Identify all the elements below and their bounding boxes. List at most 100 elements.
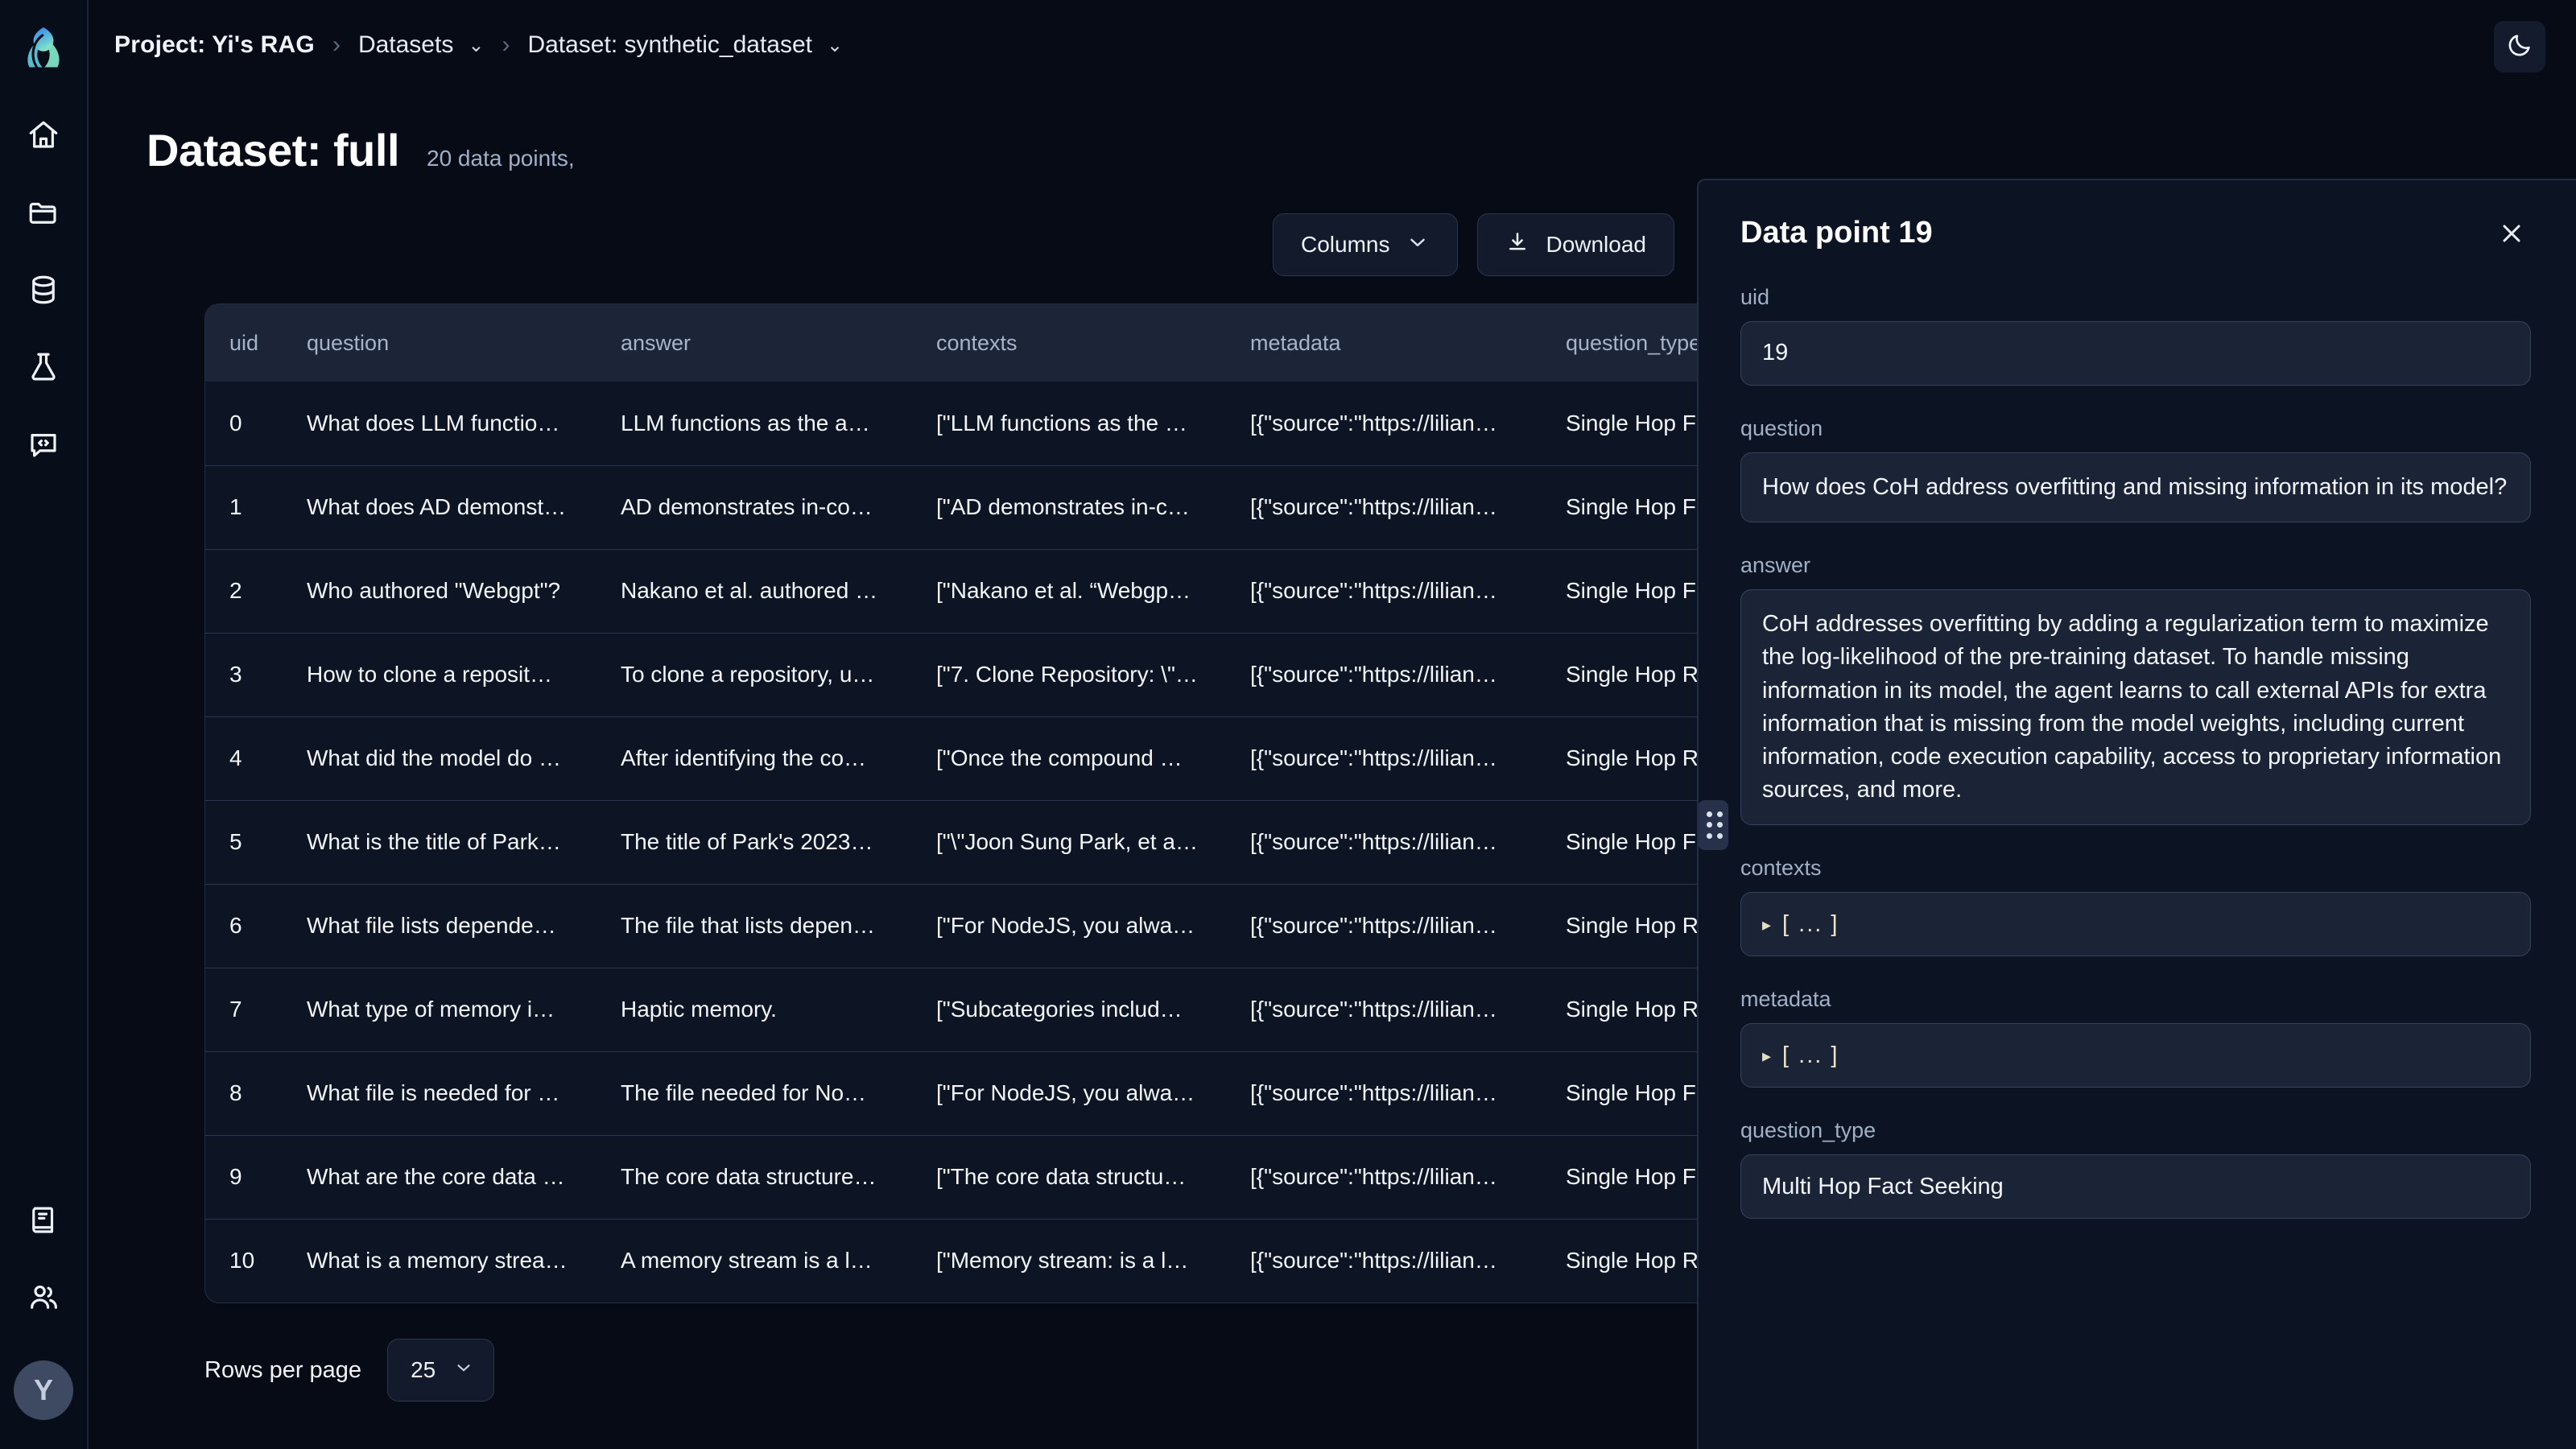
- cell-question: What is a memory strea…: [283, 1218, 597, 1302]
- cell-contexts: ["For NodeJS, you alwa…: [912, 1051, 1226, 1135]
- cell-metadata: [{"source":"https://lilian…: [1226, 799, 1542, 884]
- breadcrumb-dataset[interactable]: Dataset: synthetic_dataset: [527, 31, 812, 59]
- cell-answer: Nakano et al. authored …: [597, 548, 912, 633]
- rows-per-page-select[interactable]: 25: [387, 1339, 495, 1402]
- detail-panel-header: Data point 19: [1740, 216, 2531, 254]
- table-row[interactable]: 2 Who authored "Webgpt"? Nakano et al. aut…: [205, 548, 1781, 633]
- field-label-uid: uid: [1740, 285, 1770, 309]
- columns-button[interactable]: Columns: [1272, 213, 1459, 276]
- cell-answer: To clone a repository, u…: [597, 632, 912, 716]
- column-header-metadata[interactable]: metadata: [1226, 304, 1542, 382]
- table-row[interactable]: 7 What type of memory i… Haptic memory. ["S…: [205, 967, 1781, 1051]
- comment-code-icon: [27, 427, 60, 465]
- question-value-input[interactable]: How does CoH address overfitting and mis…: [1740, 452, 2531, 523]
- rows-per-page-value: 25: [411, 1357, 436, 1382]
- cell-answer: The title of Park's 2023…: [597, 799, 912, 884]
- theme-toggle-button[interactable]: [2494, 21, 2545, 72]
- cell-answer: After identifying the co…: [597, 716, 912, 800]
- table-row[interactable]: 6 What file lists depende… The file that l…: [205, 883, 1781, 968]
- metadata-collapsed-value: [ ... ]: [1782, 1042, 1839, 1068]
- field-uid: uid 19: [1740, 285, 2531, 386]
- expand-triangle-icon[interactable]: ▸: [1762, 912, 1771, 937]
- uid-value-input[interactable]: 19: [1740, 321, 2531, 386]
- home-icon: [27, 118, 60, 156]
- cell-contexts: ["Memory stream: is a l…: [912, 1218, 1226, 1302]
- sidebar-item-experiments[interactable]: [14, 340, 72, 398]
- download-button-label: Download: [1546, 232, 1646, 257]
- cell-uid: 4: [205, 716, 283, 800]
- cell-question: What did the model do …: [283, 716, 597, 800]
- column-header-uid[interactable]: uid: [205, 304, 283, 382]
- cell-contexts: ["Subcategories includ…: [912, 967, 1226, 1051]
- cell-metadata: [{"source":"https://lilian…: [1226, 967, 1542, 1051]
- cell-question: What file is needed for …: [283, 1051, 597, 1135]
- flask-icon: [27, 350, 60, 388]
- columns-button-label: Columns: [1300, 232, 1390, 257]
- chevron-down-icon: [1406, 230, 1430, 260]
- avatar[interactable]: Y: [14, 1360, 73, 1420]
- column-header-answer[interactable]: answer: [597, 304, 912, 382]
- table-row[interactable]: 8 What file is needed for … The file neede…: [205, 1051, 1781, 1135]
- cell-question: What does LLM functio…: [307, 410, 560, 436]
- drag-handle-icon[interactable]: [1699, 800, 1728, 850]
- cell-contexts: ["AD demonstrates in-c…: [912, 464, 1226, 549]
- sidebar-item-docs[interactable]: [14, 1193, 72, 1251]
- book-icon: [27, 1203, 60, 1241]
- page-header: Dataset: full 20 data points,: [89, 90, 2576, 176]
- cell-metadata: [{"source":"https://lilian…: [1226, 548, 1542, 633]
- cell-contexts: ["Once the compound …: [912, 716, 1226, 800]
- field-label-metadata: metadata: [1740, 987, 1831, 1012]
- chevron-down-icon-dataset[interactable]: ⌄: [824, 34, 843, 57]
- cell-uid: 5: [205, 799, 283, 884]
- field-question-type: question_type Multi Hop Fact Seeking: [1740, 1118, 2531, 1220]
- page-title: Dataset: full: [147, 125, 400, 175]
- cell-uid: 6: [205, 883, 283, 968]
- cell-question: How to clone a reposit…: [283, 632, 597, 716]
- column-header-question[interactable]: question: [283, 304, 597, 382]
- sidebar-item-members[interactable]: [14, 1270, 72, 1328]
- table-row[interactable]: 9 What are the core data … The core data s…: [205, 1134, 1781, 1219]
- table-row[interactable]: 1 What does AD demonst… AD demonstrates in…: [205, 464, 1781, 549]
- breadcrumb-separator-2: ›: [502, 31, 510, 58]
- cell-contexts: ["7. Clone Repository: \"…: [912, 632, 1226, 716]
- cell-metadata: [{"source":"https://lilian…: [1226, 464, 1542, 549]
- sidebar-item-prompts[interactable]: [14, 417, 72, 475]
- breadcrumb-datasets[interactable]: Datasets: [358, 31, 453, 59]
- cell-contexts: ["\"Joon Sung Park, et a…: [912, 799, 1226, 884]
- cell-uid: 8: [205, 1051, 283, 1135]
- moon-icon: [2506, 31, 2533, 63]
- column-header-contexts[interactable]: contexts: [912, 304, 1226, 382]
- cell-question: What are the core data …: [283, 1134, 597, 1219]
- table-row[interactable]: 5 What is the title of Park… The title of …: [205, 799, 1781, 884]
- close-button[interactable]: [2492, 216, 2531, 254]
- cell-answer: A memory stream is a l…: [597, 1218, 912, 1302]
- table-row[interactable]: 4 What did the model do … After identifyin…: [205, 716, 1781, 800]
- app-logo[interactable]: [14, 19, 72, 77]
- cell-contexts: ["For NodeJS, you alwa…: [912, 883, 1226, 968]
- cell-metadata: [{"source":"https://lilian…: [1226, 1134, 1542, 1219]
- data-table: uid question answer contexts metadata qu…: [204, 303, 1782, 1303]
- cell-question: Who authored "Webgpt"?: [283, 548, 597, 633]
- download-button[interactable]: Download: [1477, 213, 1674, 276]
- folder-icon: [27, 196, 60, 233]
- contexts-json-viewer[interactable]: ▸ [ ... ]: [1740, 892, 2531, 957]
- table-header-row: uid question answer contexts metadata qu…: [205, 304, 1781, 382]
- cell-question: What does AD demonst…: [283, 464, 597, 549]
- breadcrumb-project[interactable]: Project: Yi's RAG: [114, 31, 315, 59]
- answer-value-input[interactable]: CoH addresses overfitting by adding a re…: [1740, 589, 2531, 826]
- field-metadata: metadata ▸ [ ... ]: [1740, 987, 2531, 1088]
- cell-uid: 3: [205, 632, 283, 716]
- metadata-json-viewer[interactable]: ▸ [ ... ]: [1740, 1023, 2531, 1088]
- sidebar-item-home[interactable]: [14, 108, 72, 166]
- cell-question: What file lists depende…: [283, 883, 597, 968]
- cell-answer: AD demonstrates in-co…: [597, 464, 912, 549]
- expand-triangle-icon[interactable]: ▸: [1762, 1043, 1771, 1068]
- sidebar-item-projects[interactable]: [14, 185, 72, 243]
- table-row[interactable]: 0 What does LLM functio… LLM functions as …: [205, 382, 1781, 465]
- question-type-value-input[interactable]: Multi Hop Fact Seeking: [1740, 1154, 2531, 1220]
- sidebar-item-datasets[interactable]: [14, 262, 72, 320]
- table-row[interactable]: 10 What is a memory strea… A memory stream…: [205, 1218, 1781, 1302]
- chevron-down-icon-datasets[interactable]: ⌄: [464, 34, 484, 57]
- field-question: question How does CoH address overfittin…: [1740, 416, 2531, 523]
- table-row[interactable]: 3 How to clone a reposit… To clone a repos…: [205, 632, 1781, 716]
